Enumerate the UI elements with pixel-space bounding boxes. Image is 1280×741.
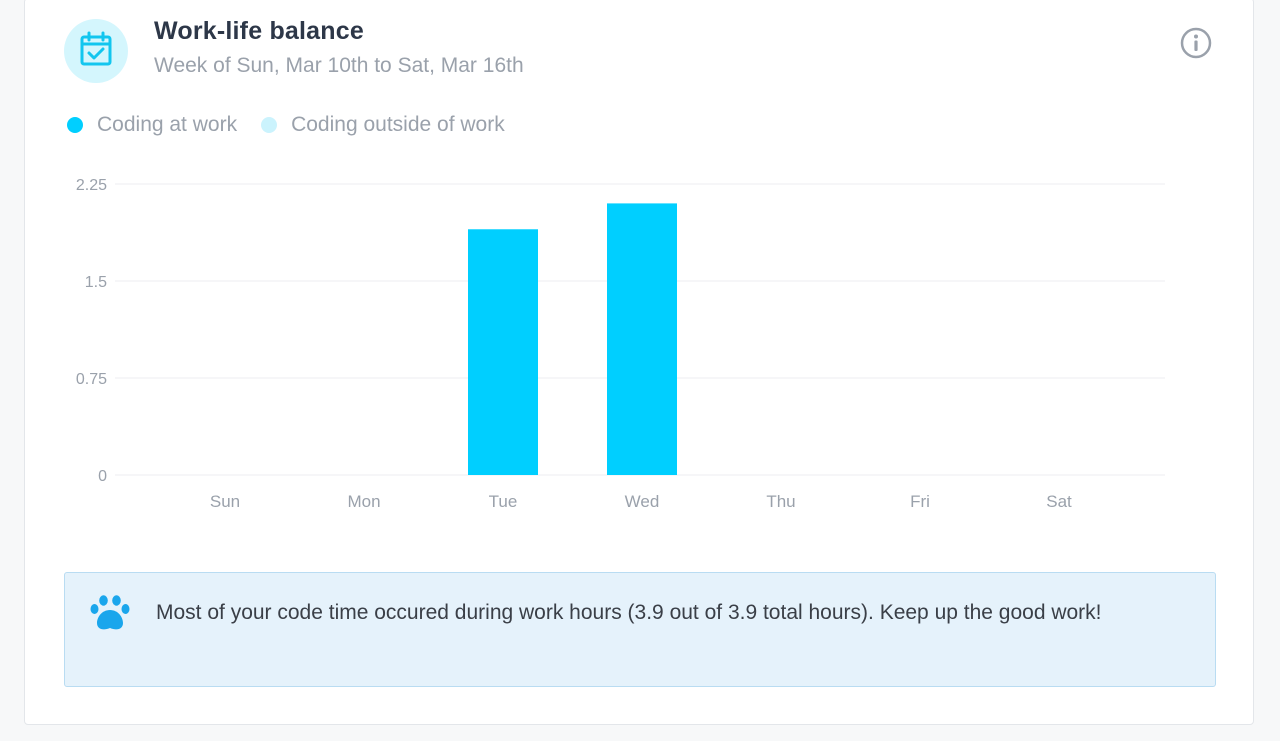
bar-tue[interactable] — [468, 229, 538, 475]
x-tick-label: Tue — [489, 492, 518, 511]
work-life-balance-card: Work-life balance Week of Sun, Mar 10th … — [24, 0, 1254, 725]
paw-icon — [89, 595, 131, 638]
x-tick-label: Fri — [910, 492, 930, 511]
notice-text: Most of your code time occured during wo… — [156, 601, 1102, 624]
y-tick-label: 2.25 — [76, 177, 107, 194]
x-tick-label: Mon — [347, 492, 380, 511]
bar-chart: 0 0.75 1.5 2.25 Sun Mon Tue Wed Thu Fri Sat — [76, 177, 1165, 511]
x-tick-label: Thu — [766, 492, 795, 511]
x-tick-label: Sun — [210, 492, 240, 511]
y-tick-label: 0 — [98, 468, 107, 485]
x-tick-label: Sat — [1046, 492, 1072, 511]
y-tick-label: 1.5 — [85, 274, 107, 291]
x-tick-label: Wed — [625, 492, 660, 511]
y-tick-label: 0.75 — [76, 371, 107, 388]
bar-wed[interactable] — [607, 203, 677, 475]
summary-notice: Most of your code time occured during wo… — [64, 572, 1216, 687]
